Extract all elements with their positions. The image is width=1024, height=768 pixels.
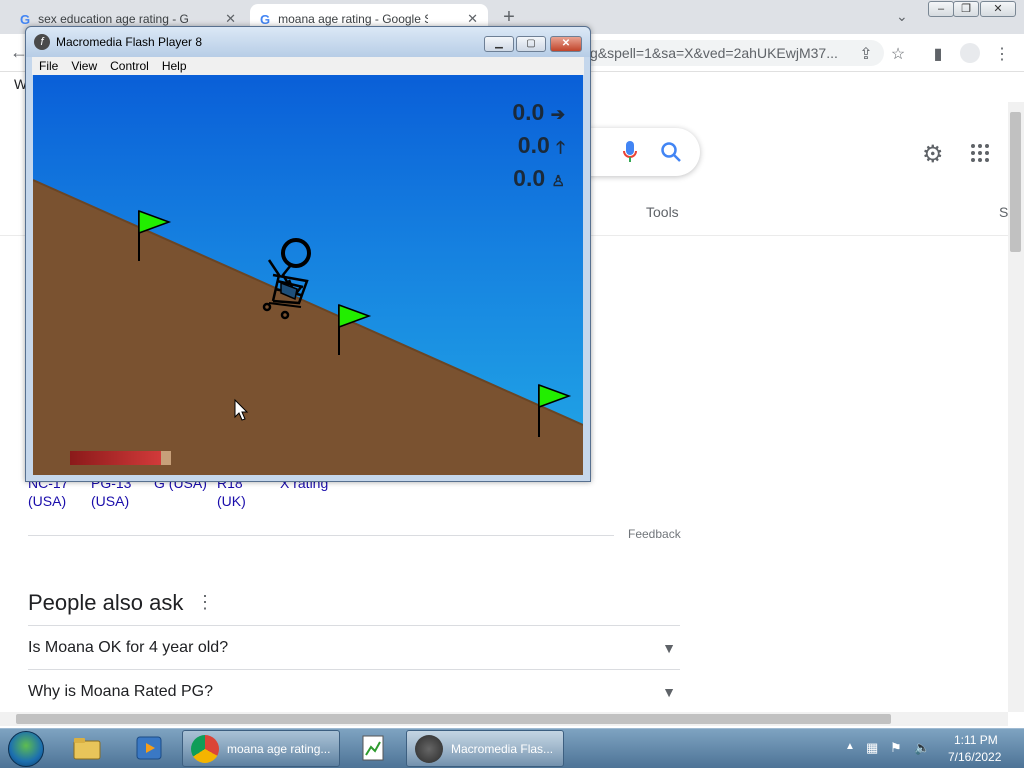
flash-window-title: Macromedia Flash Player 8 bbox=[56, 35, 203, 49]
spreadsheet-app-icon[interactable] bbox=[358, 733, 388, 763]
more-options-icon[interactable]: ⋮ bbox=[196, 592, 214, 613]
arrow-up-icon: 🡑 bbox=[556, 138, 565, 157]
flash-close-button[interactable]: ✕ bbox=[550, 36, 582, 52]
close-tab-icon[interactable]: ✕ bbox=[467, 11, 478, 27]
side-panel-icon[interactable]: ▮ bbox=[928, 44, 948, 64]
taskbar-flash-button[interactable]: Macromedia Flas... bbox=[406, 730, 564, 767]
microphone-icon[interactable] bbox=[622, 140, 638, 169]
vertical-scroll-thumb[interactable] bbox=[1010, 112, 1021, 252]
search-icon[interactable] bbox=[660, 141, 682, 168]
menu-view[interactable]: View bbox=[71, 59, 97, 73]
flash-player-icon bbox=[415, 734, 443, 763]
stickman-icon: ♙ bbox=[551, 173, 565, 190]
people-also-ask-heading: People also ask bbox=[28, 590, 184, 615]
power-meter bbox=[70, 451, 171, 465]
taskbar-button-label: moana age rating... bbox=[227, 741, 331, 756]
file-explorer-icon[interactable] bbox=[72, 733, 102, 763]
clock-date[interactable]: 7/16/2022 bbox=[948, 750, 1001, 764]
rating-line: (UK) bbox=[217, 493, 246, 509]
speed-value: 0.0 bbox=[512, 99, 545, 125]
tab-title: sex education age rating - Google bbox=[38, 12, 189, 26]
paa-question[interactable]: Why is Moana Rated PG? ▼ bbox=[28, 669, 680, 713]
flash-logo-icon: f bbox=[34, 34, 50, 50]
flash-menu-bar: File View Control Help bbox=[32, 57, 584, 75]
paa-question-text: Why is Moana Rated PG? bbox=[28, 683, 213, 700]
taskbar-chrome-button[interactable]: moana age rating... bbox=[182, 730, 340, 767]
flash-player-window[interactable]: f Macromedia Flash Player 8 ▁ ▢ ✕ File V… bbox=[25, 26, 591, 482]
tab-search-chevron-icon[interactable]: ⌄ bbox=[896, 8, 908, 25]
clock-time[interactable]: 1:11 PM bbox=[954, 733, 998, 747]
google-apps-icon[interactable] bbox=[970, 143, 990, 168]
address-bar[interactable]: g&spell=1&sa=X&ved=2ahUKEwjM37... bbox=[584, 40, 884, 66]
tab-tools[interactable]: Tools bbox=[646, 204, 679, 220]
restore-button[interactable]: ❐ bbox=[953, 1, 979, 17]
volume-icon[interactable]: 🔈 bbox=[914, 740, 930, 756]
distance-stat: 0.0 ♙ bbox=[512, 163, 565, 197]
chrome-icon bbox=[191, 734, 219, 763]
horizontal-scroll-thumb[interactable] bbox=[16, 714, 891, 724]
media-player-icon[interactable] bbox=[134, 733, 164, 763]
tab-safesearch[interactable]: S bbox=[999, 204, 1008, 220]
rating-line: (USA) bbox=[91, 493, 130, 509]
new-tab-button[interactable]: + bbox=[498, 6, 520, 28]
search-box[interactable] bbox=[580, 128, 700, 176]
google-favicon-icon: G bbox=[20, 11, 31, 27]
flash-maximize-button[interactable]: ▢ bbox=[516, 36, 546, 52]
speed-stat: 0.0 ➔ bbox=[512, 97, 565, 130]
start-button[interactable] bbox=[8, 731, 44, 767]
stats-panel: 0.0 ➔ 0.0 🡑 0.0 ♙ bbox=[512, 97, 565, 197]
height-stat: 0.0 🡑 bbox=[512, 130, 565, 163]
google-favicon-icon: G bbox=[260, 11, 271, 27]
game-stage[interactable]: 0.0 ➔ 0.0 🡑 0.0 ♙ bbox=[33, 75, 583, 475]
close-window-button[interactable]: ✕ bbox=[980, 1, 1016, 17]
arrow-right-icon: ➔ bbox=[550, 105, 565, 124]
paa-question-text: Is Moana OK for 4 year old? bbox=[28, 639, 229, 656]
menu-kebab-icon[interactable]: ⋮ bbox=[992, 44, 1012, 64]
chevron-down-icon: ▼ bbox=[662, 684, 676, 700]
paa-question[interactable]: Is Moana OK for 4 year old? ▼ bbox=[28, 625, 680, 669]
flash-minimize-button[interactable]: ▁ bbox=[484, 36, 514, 52]
menu-help[interactable]: Help bbox=[162, 59, 187, 73]
chevron-down-icon: ▼ bbox=[662, 640, 676, 656]
profile-avatar-icon[interactable] bbox=[960, 43, 980, 63]
close-tab-icon[interactable]: ✕ bbox=[225, 11, 236, 27]
show-hidden-icons-arrow-icon[interactable]: ▲ bbox=[845, 741, 855, 752]
divider bbox=[28, 535, 614, 536]
network-icon[interactable]: ▦ bbox=[866, 740, 878, 756]
action-center-flag-icon[interactable]: ⚑ bbox=[890, 740, 902, 756]
distance-value: 0.0 bbox=[513, 165, 546, 191]
taskbar-button-label: Macromedia Flas... bbox=[451, 741, 554, 756]
minimize-button[interactable]: – bbox=[928, 1, 954, 17]
menu-file[interactable]: File bbox=[39, 59, 58, 73]
power-meter-fill bbox=[70, 451, 161, 465]
hill-ground bbox=[33, 180, 583, 475]
menu-control[interactable]: Control bbox=[110, 59, 149, 73]
share-icon[interactable]: ⇪ bbox=[856, 44, 876, 64]
feedback-link[interactable]: Feedback bbox=[628, 527, 681, 541]
gear-icon[interactable]: ⚙ bbox=[922, 140, 944, 169]
flash-title-bar[interactable]: f Macromedia Flash Player 8 ▁ ▢ ✕ bbox=[26, 27, 590, 57]
rating-line: (USA) bbox=[28, 493, 67, 509]
tab-title: moana age rating - Google Search bbox=[278, 12, 428, 26]
height-value: 0.0 bbox=[517, 132, 550, 158]
bookmark-star-icon[interactable]: ☆ bbox=[888, 44, 908, 64]
